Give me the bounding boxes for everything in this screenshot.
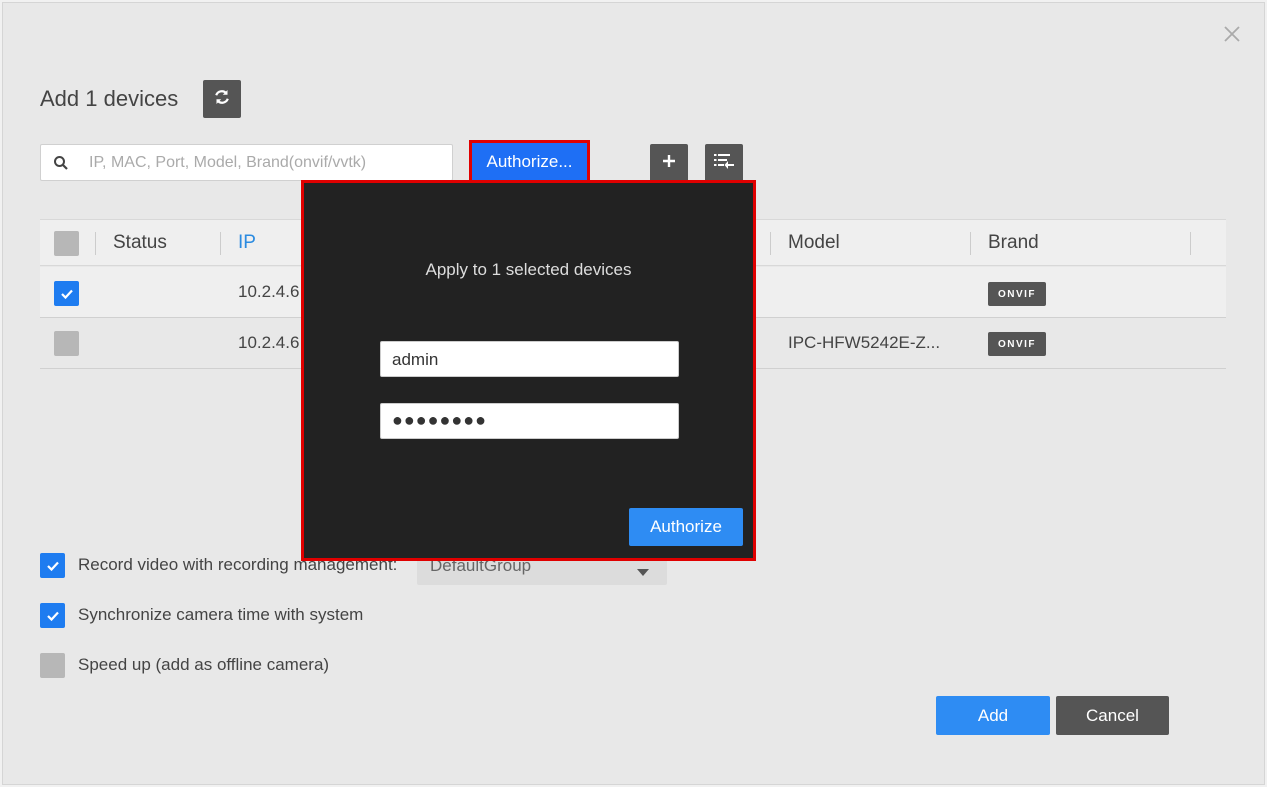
row-ip: 10.2.4.6 [238,333,300,352]
brand-onvif-badge: ONVIF [988,282,1046,306]
refresh-icon [212,87,232,112]
search-field[interactable] [40,144,453,181]
row-model: IPC-HFW5242E-Z... [788,333,941,352]
import-list-button[interactable] [705,144,743,182]
search-icon [53,155,69,176]
speed-up-checkbox[interactable] [40,653,65,678]
record-checkbox[interactable] [40,553,65,578]
sync-time-label: Synchronize camera time with system [78,605,364,624]
cancel-button[interactable]: Cancel [1056,696,1169,735]
select-all-checkbox[interactable] [54,231,79,256]
row-ip: 10.2.4.6 [238,282,300,301]
dialog-title: Add 1 devices [40,86,179,111]
add-button[interactable]: Add [936,696,1050,735]
column-header-brand[interactable]: Brand [988,232,1039,254]
column-header-model[interactable]: Model [788,232,840,254]
add-manual-button[interactable] [650,144,688,182]
authorize-popup: Apply to 1 selected devices admin ●●●●●●… [301,180,756,561]
column-header-status[interactable]: Status [113,232,167,254]
row-checkbox[interactable] [54,331,79,356]
plus-icon [662,154,676,173]
close-icon[interactable] [1222,24,1242,44]
speed-up-label: Speed up (add as offline camera) [78,655,330,674]
column-header-ip[interactable]: IP [238,232,256,254]
password-field[interactable]: ●●●●●●●● [380,403,679,439]
authorize-button[interactable]: Authorize... [469,140,590,183]
chevron-down-icon [637,563,649,581]
password-value: ●●●●●●●● [392,410,487,430]
list-import-icon [713,151,735,176]
authorize-button-label: Authorize... [472,143,587,180]
username-field[interactable]: admin [380,341,679,377]
sync-time-checkbox[interactable] [40,603,65,628]
search-input[interactable] [89,151,444,175]
username-value: admin [392,350,439,369]
popup-message: Apply to 1 selected devices [425,260,632,279]
brand-onvif-badge: ONVIF [988,332,1046,356]
popup-authorize-button[interactable]: Authorize [629,508,743,546]
refresh-button[interactable] [203,80,241,118]
row-checkbox[interactable] [54,281,79,306]
